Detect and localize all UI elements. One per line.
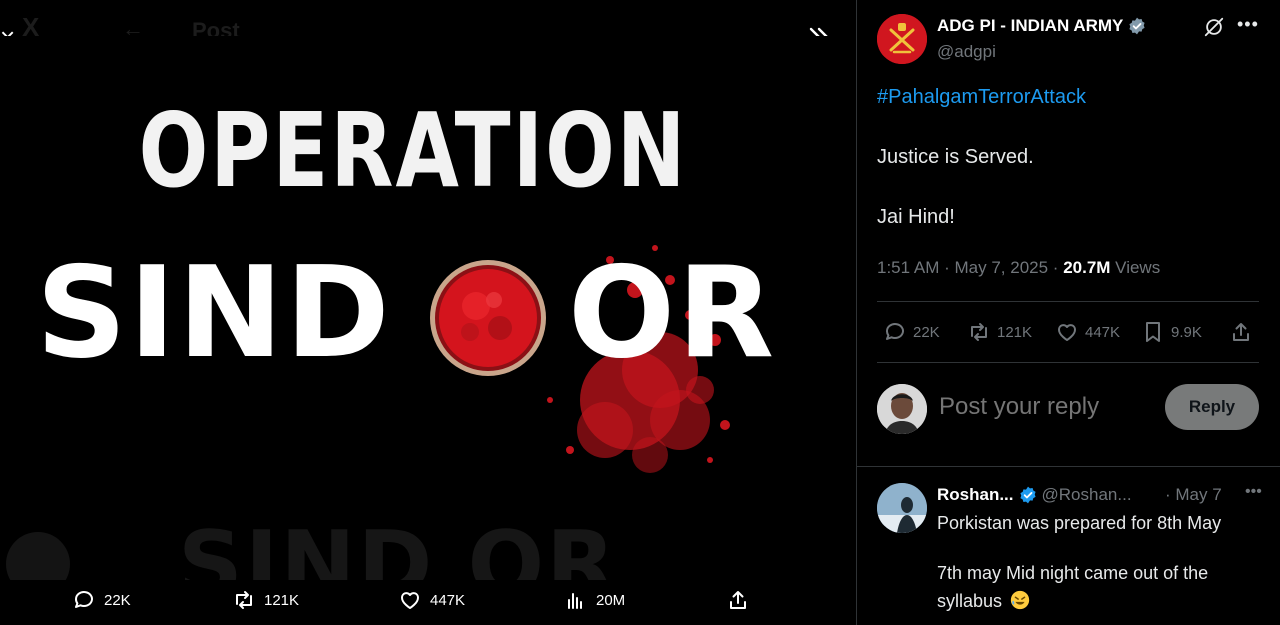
reply-post[interactable]: Roshan... @Roshan... · May 7 ••• Porkist…	[857, 467, 1280, 625]
heart-icon	[1058, 324, 1076, 341]
divider	[877, 301, 1259, 302]
verified-badge-icon	[1129, 17, 1145, 35]
background-post-preview: SIND OR	[0, 520, 856, 580]
grok-icon[interactable]	[1203, 16, 1225, 38]
reply-text-line: syllabus	[937, 591, 1003, 611]
author-name[interactable]: ADG PI - INDIAN ARMY	[937, 16, 1123, 36]
share-icon	[730, 591, 746, 609]
reply-text-line: Porkistan was prepared for 8th May	[937, 513, 1222, 533]
rolling-laughing-emoji-icon	[1010, 590, 1030, 610]
reply-author-handle[interactable]: @Roshan...	[1042, 485, 1132, 505]
viewer-views-count: 20M	[596, 591, 626, 609]
post-views-count: 20.7M	[1063, 258, 1111, 277]
army-emblem-icon	[877, 14, 927, 64]
author-avatar[interactable]	[877, 14, 927, 64]
more-dots-icon[interactable]: •••	[1237, 14, 1261, 38]
viewer-views-button[interactable]: 20M	[564, 586, 625, 614]
user-portrait	[877, 483, 927, 533]
bookmark-icon	[1146, 322, 1160, 342]
bar-chart-icon	[568, 593, 582, 609]
share-icon	[1233, 323, 1249, 341]
viewer-like-button[interactable]: 447K	[398, 586, 465, 614]
post-hashtag-link[interactable]: #PahalgamTerrorAttack	[877, 86, 1086, 109]
repost-icon	[971, 323, 987, 341]
poster-title-sind: SIND	[36, 239, 392, 386]
post-date[interactable]: May 7, 2025	[955, 258, 1049, 277]
speech-bubble-icon	[886, 323, 904, 340]
post-text-line: Jai Hind!	[877, 206, 955, 228]
bookmark-action-button[interactable]: 9.9K	[1141, 320, 1202, 344]
post-detail-panel: ADG PI - INDIAN ARMY @adgpi ••• #Pahalga…	[856, 0, 1280, 625]
sindoor-bowl-icon	[430, 260, 546, 376]
bookmark-count: 9.9K	[1171, 323, 1202, 341]
viewer-like-count: 447K	[430, 591, 466, 609]
share-action-button[interactable]	[1229, 320, 1253, 344]
viewer-action-bar: 22K 121K 447K 20M	[0, 580, 856, 620]
author-handle[interactable]: @adgpi	[937, 42, 996, 62]
reply-header: Roshan... @Roshan... · May 7 •••	[937, 483, 1267, 505]
viewer-repost-button[interactable]: 121K	[232, 586, 299, 614]
user-portrait	[877, 384, 927, 434]
repost-count: 121K	[997, 323, 1033, 341]
like-action-button[interactable]: 447K	[1055, 320, 1120, 344]
author-name-row[interactable]: ADG PI - INDIAN ARMY	[937, 16, 1147, 36]
background-poster-text: SIND OR	[178, 520, 618, 580]
reply-submit-button[interactable]: Reply	[1165, 384, 1259, 430]
post-views-label: Views	[1115, 258, 1161, 277]
viewer-share-button[interactable]	[726, 586, 750, 614]
compose-fab-button	[6, 532, 70, 580]
media-viewer: X ← Post × OPERATION SIND	[0, 0, 856, 625]
repost-icon	[236, 591, 252, 609]
like-count: 447K	[1085, 323, 1121, 341]
reply-date-value: May 7	[1175, 485, 1222, 504]
poster-title-operation: OPERATION	[138, 92, 688, 211]
reply-author-name[interactable]: Roshan...	[937, 485, 1014, 505]
more-dots-icon[interactable]: •••	[1245, 483, 1262, 501]
viewer-repost-count: 121K	[264, 591, 300, 609]
divider	[877, 362, 1259, 363]
reply-action-button[interactable]: 22K	[883, 320, 940, 344]
verified-badge-icon	[1019, 486, 1036, 504]
post-meta: 1:51 AM · May 7, 2025 · 20.7M Views	[877, 258, 1161, 277]
speech-bubble-icon	[75, 591, 93, 608]
viewer-reply-count: 22K	[104, 591, 131, 609]
repost-action-button[interactable]: 121K	[967, 320, 1032, 344]
post-text-line: Justice is Served.	[877, 146, 1034, 168]
post-time[interactable]: 1:51 AM	[877, 258, 939, 277]
current-user-avatar[interactable]	[877, 384, 927, 434]
post-action-bar: 22K 121K 447K 9.9K	[877, 316, 1259, 348]
reply-text-line: 7th may Mid night came out of the	[937, 563, 1209, 583]
reply-author-avatar[interactable]	[877, 483, 927, 533]
poster-title-or: OR	[568, 239, 777, 386]
reply-composer-input[interactable]	[939, 390, 1159, 424]
reply-text-line-last: syllabus	[937, 589, 1031, 612]
reply-count: 22K	[913, 323, 940, 341]
viewer-reply-button[interactable]: 22K	[72, 586, 131, 614]
reply-date[interactable]: · May 7	[1165, 485, 1222, 505]
heart-icon	[401, 592, 419, 609]
